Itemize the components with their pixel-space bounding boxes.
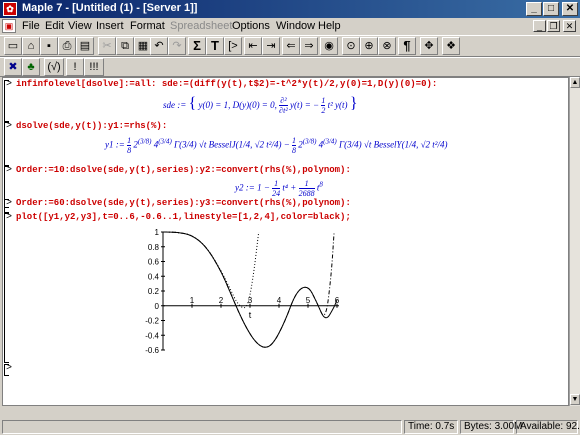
prompt: >: [6, 121, 13, 132]
save-icon[interactable]: ▪: [40, 37, 58, 55]
forward-icon[interactable]: ⇒: [300, 37, 318, 55]
group-bracket[interactable]: [4, 213, 9, 363]
document-icon[interactable]: ▣: [2, 19, 16, 33]
status-spacer: [0, 406, 580, 419]
zoom-200-icon[interactable]: ⊗: [378, 37, 396, 55]
doc-restore-button[interactable]: ❐: [547, 20, 560, 32]
menu-insert[interactable]: Insert: [96, 20, 124, 32]
maximize-button[interactable]: □: [543, 2, 559, 16]
series-line-2: [162, 231, 260, 309]
menu-window[interactable]: Window: [276, 20, 315, 32]
close-button[interactable]: ✕: [562, 2, 578, 16]
x-tick-label: 1: [190, 296, 195, 305]
command-input-2[interactable]: dsolve(sde,y(t)):y1:=rhs(%):: [16, 121, 167, 131]
x-tick-label: 3: [248, 296, 253, 305]
y-tick-label: 0.4: [148, 272, 160, 281]
command-input-1[interactable]: infinfolevel[dsolve]:=all: sde:=(diff(y(…: [16, 79, 437, 89]
x-axis-label: t: [249, 310, 252, 320]
window-title: Maple 7 - [Untitled (1) - [Server 1]]: [22, 2, 198, 14]
scroll-down-icon[interactable]: ▼: [570, 394, 580, 405]
x-tick-label: 5: [306, 296, 311, 305]
plot-region[interactable]: 1 2 3 4 5 610.80.60.40.20-0.2-0.4-0.6t: [143, 228, 343, 356]
undo-icon[interactable]: ↶: [150, 37, 168, 55]
x-tick-label: 2: [219, 296, 224, 305]
vertical-scrollbar[interactable]: ▲ ▼: [569, 77, 580, 406]
command-input-3[interactable]: Order:=10:dsolve(sde,y(t),series):y2:=co…: [16, 165, 351, 175]
context-toolbar: ✖ ♣ (√) ! !!!: [0, 57, 580, 77]
y-tick-label: 1: [155, 228, 160, 237]
doc-close-button[interactable]: ✕: [563, 20, 576, 32]
command-input-5[interactable]: plot([y1,y2,y3],t=0..6,-0.6..1,linestyle…: [16, 212, 351, 222]
restart-icon[interactable]: ✥: [420, 37, 438, 55]
output-sde: sde := { y(0) = 1, D(y)(0) = 0, ∂² ∂t² y(…: [163, 95, 358, 116]
cut-icon[interactable]: ✂: [98, 37, 116, 55]
doc-minimize-button[interactable]: _: [533, 20, 546, 32]
menu-file[interactable]: File: [22, 20, 40, 32]
main-toolbar: ▭ ⌂ ▪ ⎙ ▤ ✂ ⧉ ▦ ↶ ↷ Σ T [> ⇤ ⇥ ⇐ ⇒ ◉ ⊙ ⊕…: [0, 35, 580, 57]
copy-icon[interactable]: ⧉: [116, 37, 134, 55]
redo-icon[interactable]: ↷: [168, 37, 186, 55]
prompt: >: [6, 198, 13, 209]
prompt: >: [6, 165, 13, 176]
menu-bar: ▣ File Edit View Insert Format Spreadshe…: [0, 18, 580, 35]
menu-options[interactable]: Options: [232, 20, 270, 32]
status-available: Available: 92.3M: [516, 420, 580, 434]
prompt: >: [6, 79, 13, 90]
status-bytes: Bytes: 3.00M: [460, 420, 522, 434]
y-tick-label: -0.4: [145, 331, 159, 340]
maple-input-icon[interactable]: ♣: [22, 58, 40, 76]
sigma-icon[interactable]: Σ: [188, 37, 206, 55]
execute-all-icon[interactable]: !!!: [84, 58, 104, 76]
open-icon[interactable]: ⌂: [22, 37, 40, 55]
print-icon[interactable]: ⎙: [58, 37, 76, 55]
interrupt-icon[interactable]: ✖: [4, 58, 22, 76]
scroll-up-icon[interactable]: ▲: [570, 77, 580, 88]
help-book-icon[interactable]: ❖: [442, 37, 460, 55]
minimize-button[interactable]: _: [526, 2, 542, 16]
y-tick-label: 0.2: [148, 287, 160, 296]
zoom-100-icon[interactable]: ⊙: [342, 37, 360, 55]
command-input-4[interactable]: Order:=60:dsolve(sde,y(t),series):y3:=co…: [16, 198, 351, 208]
math-mode-icon[interactable]: (√): [44, 58, 64, 76]
x-tick-label: 4: [277, 296, 282, 305]
new-icon[interactable]: ▭: [4, 37, 22, 55]
menu-spreadsheet[interactable]: Spreadsheet: [170, 20, 232, 32]
y-tick-label: -0.6: [145, 346, 159, 355]
prompt: >: [6, 363, 13, 374]
series-line-3: [162, 231, 335, 348]
prompt: >: [6, 212, 13, 223]
y-tick-label: 0.8: [148, 243, 160, 252]
text-T-icon[interactable]: T: [206, 37, 224, 55]
menu-help[interactable]: Help: [318, 20, 341, 32]
indent-right-icon[interactable]: ⇥: [262, 37, 280, 55]
menu-view[interactable]: View: [68, 20, 92, 32]
status-bar: Time: 0.7s Bytes: 3.00M Available: 92.3M: [0, 419, 580, 435]
indent-left-icon[interactable]: ⇤: [244, 37, 262, 55]
print-preview-icon[interactable]: ▤: [76, 37, 94, 55]
menu-edit[interactable]: Edit: [45, 20, 64, 32]
menu-format[interactable]: Format: [130, 20, 165, 32]
y-tick-label: -0.2: [145, 317, 159, 326]
title-bar: ✿ Maple 7 - [Untitled (1) - [Server 1]] …: [0, 0, 580, 18]
series-line-1: [162, 231, 338, 348]
output-y1: y1 := 18 2(3/8) 4(3/4) Γ(3/4) √t BesselJ…: [105, 136, 448, 155]
y-tick-label: 0.6: [148, 258, 160, 267]
y-tick-label: 0: [155, 302, 160, 311]
status-message: [2, 420, 402, 434]
maple-leaf-icon[interactable]: ✿: [3, 2, 17, 16]
worksheet[interactable]: > infinfolevel[dsolve]:=all: sde:=(diff(…: [2, 77, 569, 406]
status-time: Time: 0.7s: [404, 420, 458, 434]
prompt-icon[interactable]: [>: [224, 37, 242, 55]
output-y2: y2 := 1 − 1 24 t⁴ + 1 2688 t8: [235, 179, 323, 198]
zoom-150-icon[interactable]: ⊕: [360, 37, 378, 55]
stop-icon[interactable]: ◉: [320, 37, 338, 55]
pilcrow-icon[interactable]: ¶: [398, 37, 416, 55]
execute-icon[interactable]: !: [66, 58, 84, 76]
back-icon[interactable]: ⇐: [282, 37, 300, 55]
